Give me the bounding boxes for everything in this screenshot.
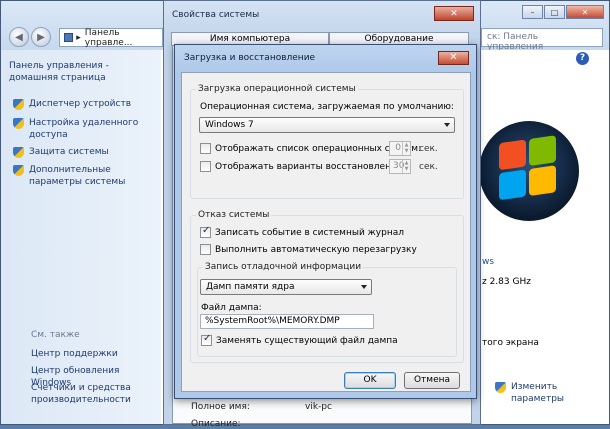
link-performance[interactable]: Счетчики и средства производительности xyxy=(31,382,151,406)
sidebar-item-label: Дополнительные параметры системы xyxy=(29,165,126,187)
link-action-center[interactable]: Центр поддержки xyxy=(31,348,118,360)
dump-file-input[interactable]: %SystemRoot%\MEMORY.DMP xyxy=(200,314,374,329)
chevron-down-icon xyxy=(444,123,450,127)
show-recovery-checkbox[interactable]: Отображать варианты восстановления: xyxy=(200,161,405,172)
maximize-icon[interactable]: □ xyxy=(544,5,565,19)
sidebar-item-device-manager[interactable]: Диспетчер устройств xyxy=(13,98,131,110)
sidebar-item-advanced-settings[interactable]: Дополнительные параметры системы xyxy=(13,164,158,188)
overwrite-label: Заменять существующий файл дампа xyxy=(216,335,398,346)
search-input[interactable]: ск: Панель управления xyxy=(481,28,603,52)
see-also-title: См. также xyxy=(31,330,80,340)
seconds-unit: сек. xyxy=(419,162,438,172)
sidebar-item-system-protection[interactable]: Защита системы xyxy=(13,146,109,158)
breadcrumb-arrow-icon: ▸ xyxy=(76,32,81,43)
debug-type-select[interactable]: Дамп памяти ядра xyxy=(200,279,372,295)
windows-flag-icon xyxy=(499,135,559,203)
show-recovery-label: Отображать варианты восстановления: xyxy=(215,161,406,172)
back-arrow-icon[interactable]: ◀ xyxy=(9,27,29,47)
shield-icon xyxy=(13,118,24,129)
help-icon[interactable]: ? xyxy=(576,52,589,65)
address-bar[interactable]: ▸ Панель управле... xyxy=(59,27,163,48)
cpu-frequency: z 2.83 GHz xyxy=(482,277,531,287)
shield-icon xyxy=(495,382,506,393)
windows-edition-fragment: ws xyxy=(482,257,495,267)
spin-arrows-icon[interactable]: ▲ ▼ xyxy=(402,142,410,155)
system-failure-group: Отказ системы Записать событие в системн… xyxy=(190,210,464,363)
window-buttons: – □ ✕ xyxy=(521,5,604,19)
system-failure-group-title: Отказ системы xyxy=(196,210,272,220)
overwrite-checkbox[interactable]: Заменять существующий файл дампа xyxy=(201,333,398,346)
debug-info-group-title: Запись отладочной информации xyxy=(203,262,364,272)
seconds-unit: сек. xyxy=(419,144,438,154)
sidebar-item-label: Защита системы xyxy=(29,147,109,157)
show-os-list-checkbox[interactable]: Отображать список операционных систем: xyxy=(200,143,421,154)
close-button[interactable]: ✕ xyxy=(434,6,474,21)
shield-icon xyxy=(13,147,24,158)
dialog-close-button[interactable]: ✕ xyxy=(438,51,469,65)
show-os-list-seconds[interactable]: 0 ▲ ▼ xyxy=(389,141,411,156)
control-panel-home-link[interactable]: Панель управления - домашняя страница xyxy=(9,60,149,84)
sidebar-item-label: Диспетчер устройств xyxy=(29,99,132,109)
cancel-button[interactable]: Отмена xyxy=(404,372,460,389)
auto-restart-checkbox[interactable]: Выполнить автоматическую перезагрузку xyxy=(200,244,417,255)
sidebar-item-remote-access[interactable]: Настройка удаленного доступа xyxy=(13,117,153,141)
control-panel-sidebar: Панель управления - домашняя страница Ди… xyxy=(1,50,161,424)
write-event-label: Записать событие в системный журнал xyxy=(215,227,404,238)
checkbox-box xyxy=(200,225,211,238)
description-label: Описание: xyxy=(191,419,241,429)
default-os-value: Windows 7 xyxy=(205,120,254,130)
shield-icon xyxy=(13,165,24,176)
minimize-icon[interactable]: – xyxy=(522,5,543,19)
shield-icon xyxy=(13,99,24,110)
dialog-body: Загрузка операционной системы Операционн… xyxy=(181,72,471,392)
default-os-label: Операционная система, загружаемая по умо… xyxy=(200,102,454,112)
close-icon[interactable]: ✕ xyxy=(566,5,604,19)
startup-group: Загрузка операционной системы Операционн… xyxy=(190,84,464,199)
ok-button[interactable]: OK xyxy=(344,372,396,389)
full-name-value: vik-pc xyxy=(305,402,332,412)
sidebar-item-label: Настройка удаленного доступа xyxy=(29,118,139,140)
startup-group-title: Загрузка операционной системы xyxy=(196,84,358,94)
forward-arrow-icon[interactable]: ▶ xyxy=(31,27,51,47)
change-settings-link[interactable]: Изменить параметры xyxy=(495,381,605,405)
screen-fragment: того экрана xyxy=(482,338,539,348)
chevron-down-icon xyxy=(361,285,367,289)
write-event-checkbox[interactable]: Записать событие в системный журнал xyxy=(200,225,404,238)
change-settings-label: Изменить параметры xyxy=(511,382,565,404)
checkbox-box xyxy=(200,161,211,172)
control-panel-icon xyxy=(64,33,74,42)
auto-restart-label: Выполнить автоматическую перезагрузку xyxy=(215,244,417,255)
window-title: Свойства системы xyxy=(172,10,260,20)
default-os-select[interactable]: Windows 7 xyxy=(199,117,455,133)
checkbox-box xyxy=(200,244,211,255)
checkbox-box xyxy=(200,143,211,154)
dialog-title: Загрузка и восстановление xyxy=(184,53,316,63)
spin-value: 0 xyxy=(395,143,401,153)
checkbox-box xyxy=(201,333,212,346)
windows-logo xyxy=(479,121,579,221)
show-recovery-seconds[interactable]: 30 ▲ ▼ xyxy=(389,159,411,174)
debug-type-value: Дамп памяти ядра xyxy=(206,282,295,292)
full-name-label: Полное имя: xyxy=(191,402,250,412)
debug-info-group: Запись отладочной информации Дамп памяти… xyxy=(197,262,457,357)
spin-arrows-icon[interactable]: ▲ ▼ xyxy=(402,160,410,173)
dump-file-label: Файл дампа: xyxy=(201,303,262,313)
startup-recovery-dialog: Загрузка и восстановление ✕ Загрузка опе… xyxy=(174,44,477,399)
address-text: Панель управле... xyxy=(84,27,133,48)
